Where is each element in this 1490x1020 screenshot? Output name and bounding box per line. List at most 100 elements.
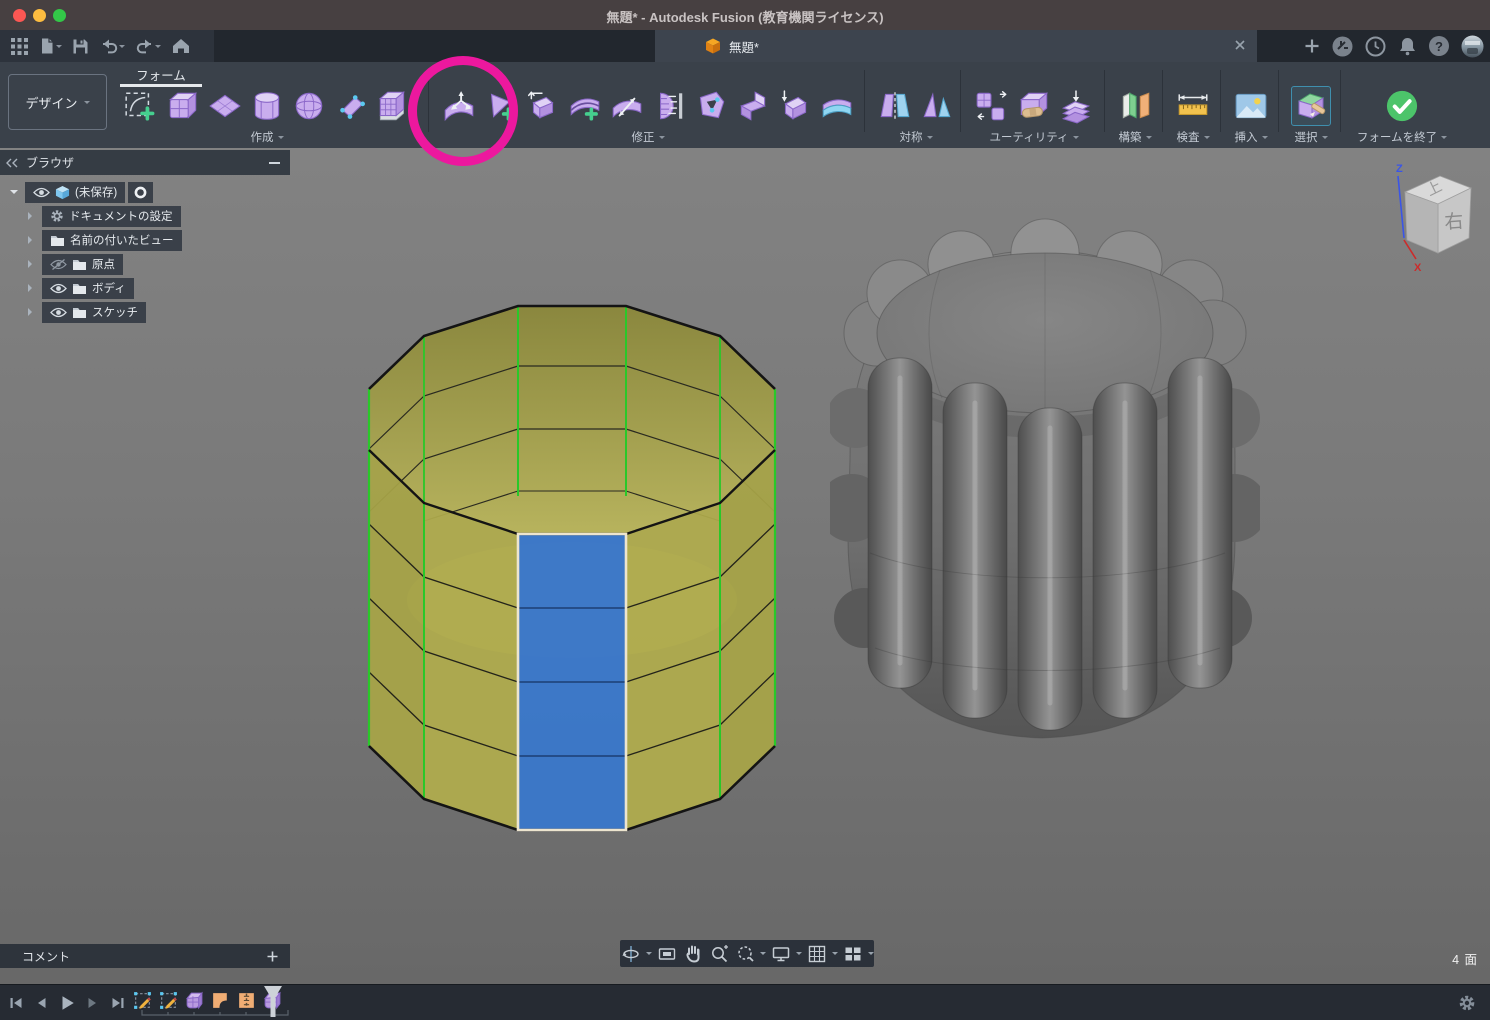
visibility-off-eye-icon[interactable] bbox=[50, 258, 67, 271]
go-to-end-button[interactable] bbox=[110, 995, 126, 1011]
zoom-button[interactable] bbox=[707, 943, 731, 965]
timeline-stitch-feature[interactable] bbox=[236, 990, 257, 1011]
notifications-button[interactable] bbox=[1398, 36, 1417, 56]
group-insert-label[interactable]: 挿入 bbox=[1226, 129, 1276, 145]
collapse-panel-icon[interactable] bbox=[6, 158, 18, 168]
visibility-eye-icon[interactable] bbox=[50, 283, 67, 294]
viewports-caret[interactable] bbox=[868, 952, 874, 958]
step-forward-button[interactable] bbox=[85, 995, 101, 1011]
flatten-button[interactable] bbox=[1057, 87, 1095, 125]
expand-chevron[interactable] bbox=[28, 236, 36, 244]
subdivide-button[interactable] bbox=[608, 87, 646, 125]
viewport-3d[interactable]: 上 右 Z X ブラウザ bbox=[0, 148, 1490, 984]
timeline-sketch-feature[interactable] bbox=[132, 990, 153, 1011]
unweld-button[interactable] bbox=[776, 87, 814, 125]
grid-settings-caret[interactable] bbox=[832, 952, 838, 958]
insert-edge-button[interactable] bbox=[566, 87, 604, 125]
browser-item-bodies[interactable]: ボディ bbox=[0, 276, 300, 300]
create-sphere-button[interactable] bbox=[290, 87, 328, 125]
bend-button[interactable] bbox=[734, 87, 772, 125]
minimize-panel-icon[interactable] bbox=[269, 162, 280, 164]
home-button[interactable] bbox=[168, 33, 194, 59]
display-settings-button[interactable] bbox=[769, 943, 793, 965]
document-tab[interactable]: 無題* bbox=[655, 30, 1257, 62]
active-document-indicator[interactable] bbox=[128, 182, 153, 203]
browser-root-row[interactable]: (未保存) bbox=[0, 180, 300, 204]
group-utilities-label[interactable]: ユーティリティ bbox=[966, 129, 1102, 145]
viewports-button[interactable] bbox=[841, 943, 865, 965]
browser-item-named-views[interactable]: 名前の付いたビュー bbox=[0, 228, 300, 252]
smoothed-gear-model[interactable] bbox=[830, 208, 1260, 768]
create-box-button[interactable] bbox=[164, 87, 202, 125]
browser-item-document-settings[interactable]: ドキュメントの設定 bbox=[0, 204, 300, 228]
undo-dropdown-caret[interactable] bbox=[119, 45, 125, 51]
browser-panel-header[interactable]: ブラウザ bbox=[0, 150, 290, 175]
new-file-button[interactable] bbox=[35, 33, 65, 59]
close-tab-button[interactable] bbox=[1233, 38, 1247, 52]
display-mode-button[interactable] bbox=[973, 87, 1011, 125]
crease-button[interactable] bbox=[524, 87, 562, 125]
group-symmetry-label[interactable]: 対称 bbox=[872, 129, 960, 145]
repair-body-button[interactable] bbox=[1015, 87, 1053, 125]
tspline-cylinder-model[interactable] bbox=[340, 288, 810, 848]
create-sketch-button[interactable] bbox=[122, 87, 160, 125]
circular-symmetry-button[interactable] bbox=[918, 87, 956, 125]
expand-chevron[interactable] bbox=[28, 284, 36, 292]
pan-button[interactable] bbox=[681, 943, 705, 965]
job-status-button[interactable] bbox=[1365, 36, 1386, 57]
timeline-sketch-feature[interactable] bbox=[158, 990, 179, 1011]
thicken-button[interactable] bbox=[818, 87, 856, 125]
fill-hole-button[interactable] bbox=[692, 87, 730, 125]
finish-form-button[interactable] bbox=[1383, 87, 1421, 125]
workspace-selector[interactable]: デザイン bbox=[8, 74, 107, 130]
insert-canvas-button[interactable] bbox=[1232, 87, 1270, 125]
align-button[interactable] bbox=[650, 87, 688, 125]
file-dropdown-caret[interactable] bbox=[56, 45, 62, 51]
group-construct-label[interactable]: 構築 bbox=[1110, 129, 1160, 145]
extensions-button[interactable] bbox=[1332, 36, 1353, 57]
viewcube-front-label[interactable]: 右 bbox=[1444, 210, 1465, 233]
timeline-boolean-feature[interactable] bbox=[210, 990, 231, 1011]
help-button[interactable]: ? bbox=[1429, 36, 1449, 56]
expand-chevron[interactable] bbox=[28, 212, 36, 220]
orbit-button[interactable] bbox=[619, 943, 643, 965]
browser-item-origin[interactable]: 原点 bbox=[0, 252, 300, 276]
group-inspect-label[interactable]: 検査 bbox=[1168, 129, 1218, 145]
visibility-eye-icon[interactable] bbox=[50, 307, 67, 318]
measure-button[interactable] bbox=[1174, 87, 1212, 125]
group-select-label[interactable]: 選択 bbox=[1284, 129, 1338, 145]
new-tab-button[interactable] bbox=[1304, 38, 1320, 54]
create-plane-button[interactable] bbox=[206, 87, 244, 125]
comments-panel-header[interactable]: コメント bbox=[0, 944, 290, 968]
redo-dropdown-caret[interactable] bbox=[155, 45, 161, 51]
look-at-button[interactable] bbox=[655, 943, 679, 965]
visibility-eye-icon[interactable] bbox=[33, 187, 50, 198]
orbit-dropdown-caret[interactable] bbox=[646, 952, 652, 958]
browser-item-sketches[interactable]: スケッチ bbox=[0, 300, 300, 324]
timeline-settings-gear[interactable] bbox=[1458, 994, 1476, 1012]
root-document-label[interactable]: (未保存) bbox=[75, 184, 117, 200]
group-create-label[interactable]: 作成 bbox=[116, 129, 418, 145]
expand-chevron[interactable] bbox=[28, 260, 36, 268]
zoom-window-caret[interactable] bbox=[760, 952, 766, 958]
timeline-playhead[interactable] bbox=[262, 986, 284, 1018]
create-face-button[interactable] bbox=[332, 87, 370, 125]
step-back-button[interactable] bbox=[33, 995, 49, 1011]
view-cube[interactable]: 上 右 Z X bbox=[1383, 160, 1487, 274]
undo-button[interactable] bbox=[96, 33, 128, 59]
expand-chevron[interactable] bbox=[28, 308, 36, 316]
add-comment-icon[interactable] bbox=[267, 951, 278, 962]
go-to-start-button[interactable] bbox=[8, 995, 24, 1011]
create-cylinder-button[interactable] bbox=[248, 87, 286, 125]
mirror-symmetry-button[interactable] bbox=[876, 87, 914, 125]
construct-plane-button[interactable] bbox=[1116, 87, 1154, 125]
redo-button[interactable] bbox=[132, 33, 164, 59]
user-avatar[interactable] bbox=[1461, 35, 1484, 58]
grid-settings-button[interactable] bbox=[805, 943, 829, 965]
app-grid-button[interactable] bbox=[8, 33, 31, 59]
group-finish-label[interactable]: フォームを終了 bbox=[1344, 129, 1460, 145]
context-tab-form[interactable]: フォーム bbox=[118, 65, 204, 84]
paint-select-button[interactable] bbox=[1291, 86, 1331, 126]
zoom-window-button[interactable] bbox=[733, 943, 757, 965]
play-button[interactable] bbox=[58, 994, 76, 1012]
